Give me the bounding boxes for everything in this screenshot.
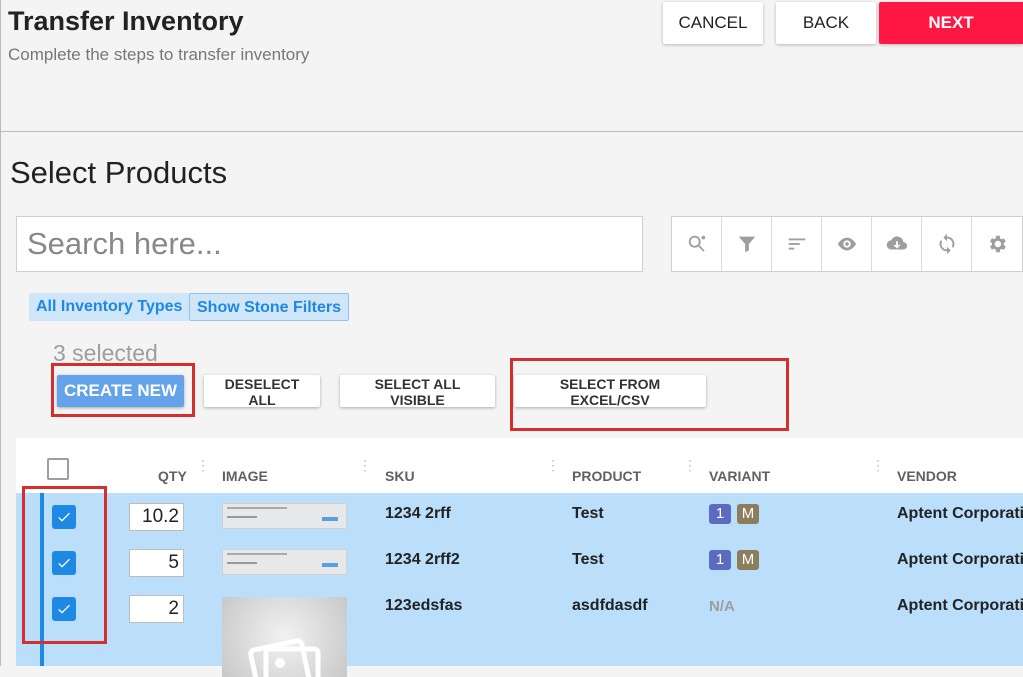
sku-cell: 123edsfas (385, 597, 463, 614)
highlight-box-create-new (51, 363, 195, 417)
page-left-border (0, 0, 1, 666)
variant-badge: M (737, 550, 759, 570)
column-header-vendor[interactable]: VENDOR (897, 468, 957, 484)
product-cell: Test (572, 505, 604, 522)
sku-cell: 1234 2rff2 (385, 551, 460, 568)
download-button[interactable] (872, 217, 922, 271)
image-placeholder-icon (248, 638, 321, 677)
variant-badge: M (737, 504, 759, 524)
page-subtitle: Complete the steps to transfer inventory (8, 45, 310, 64)
select-all-visible-button[interactable]: SELECT ALL VISIBLE (340, 375, 495, 408)
page-title: Transfer Inventory (8, 6, 244, 36)
highlight-box-select-excel (510, 358, 789, 431)
products-table: QTY ⋮ IMAGE ⋮ SKU ⋮ PRODUCT ⋮ VARIANT ⋮ … (16, 438, 1023, 677)
sort-button[interactable] (772, 217, 822, 271)
next-button[interactable]: NEXT (879, 2, 1023, 44)
qty-input[interactable]: 10.2 (129, 503, 184, 531)
product-cell: Test (572, 551, 604, 568)
search-input[interactable] (17, 217, 642, 271)
all-inventory-types-chip[interactable]: All Inventory Types (29, 293, 190, 321)
section-title: Select Products (10, 155, 228, 190)
eye-icon (837, 237, 856, 251)
cloud-download-icon (886, 236, 907, 250)
filter-button[interactable] (722, 217, 772, 271)
back-button[interactable]: BACK (776, 2, 876, 44)
highlight-box-row-checkboxes (22, 486, 107, 644)
table-row[interactable]: 10.2 1234 2rff Test 1 M Aptent Corporati… (16, 493, 1023, 539)
vendor-cell: Aptent Corporation (897, 505, 1023, 522)
sort-icon (788, 238, 805, 250)
sku-cell: 1234 2rff (385, 505, 451, 522)
table-row[interactable]: 5 1234 2rff2 Test 1 M Aptent Corporation (16, 539, 1023, 585)
column-menu-handle[interactable]: ⋮ (358, 458, 372, 472)
refresh-icon (939, 233, 954, 255)
select-all-checkbox[interactable] (47, 458, 69, 480)
table-body: 10.2 1234 2rff Test 1 M Aptent Corporati… (16, 493, 1023, 677)
vendor-cell: Aptent Corporation (897, 551, 1023, 568)
column-header-sku[interactable]: SKU (385, 468, 415, 484)
grid-toolbar (671, 216, 1023, 272)
column-menu-handle[interactable]: ⋮ (196, 458, 210, 472)
refresh-button[interactable] (922, 217, 972, 271)
cancel-button[interactable]: CANCEL (663, 2, 763, 44)
column-menu-handle[interactable]: ⋮ (871, 458, 885, 472)
show-stone-filters-chip[interactable]: Show Stone Filters (189, 293, 350, 321)
header-divider (0, 131, 1023, 132)
table-row[interactable]: 2 123edsfas asdfdasdf N/A Aptent Corpora… (16, 585, 1023, 631)
column-menu-handle[interactable]: ⋮ (683, 458, 697, 472)
product-cell: asdfdasdf (572, 597, 648, 614)
search-box (16, 216, 643, 272)
column-header-product[interactable]: PRODUCT (572, 468, 641, 484)
gear-icon (990, 235, 1006, 253)
image-placeholder (222, 597, 347, 677)
variant-badge: 1 (709, 504, 731, 524)
product-thumbnail (222, 503, 347, 529)
advanced-search-button[interactable] (672, 217, 722, 271)
filter-icon (738, 236, 755, 253)
variant-cell: N/A (709, 598, 735, 615)
column-header-image[interactable]: IMAGE (222, 468, 268, 484)
column-header-variant[interactable]: VARIANT (709, 468, 770, 484)
product-thumbnail (222, 549, 347, 575)
deselect-all-button[interactable]: DESELECT ALL (204, 375, 320, 408)
variant-badge: 1 (709, 550, 731, 570)
view-columns-button[interactable] (822, 217, 872, 271)
vendor-cell: Aptent Corporation (897, 597, 1023, 614)
advanced-search-icon (688, 235, 705, 252)
settings-button[interactable] (972, 217, 1022, 271)
column-header-qty[interactable]: QTY (158, 468, 187, 484)
qty-input[interactable]: 2 (129, 595, 184, 623)
table-header: QTY ⋮ IMAGE ⋮ SKU ⋮ PRODUCT ⋮ VARIANT ⋮ … (16, 438, 1023, 494)
qty-input[interactable]: 5 (129, 549, 184, 577)
column-menu-handle[interactable]: ⋮ (546, 458, 560, 472)
